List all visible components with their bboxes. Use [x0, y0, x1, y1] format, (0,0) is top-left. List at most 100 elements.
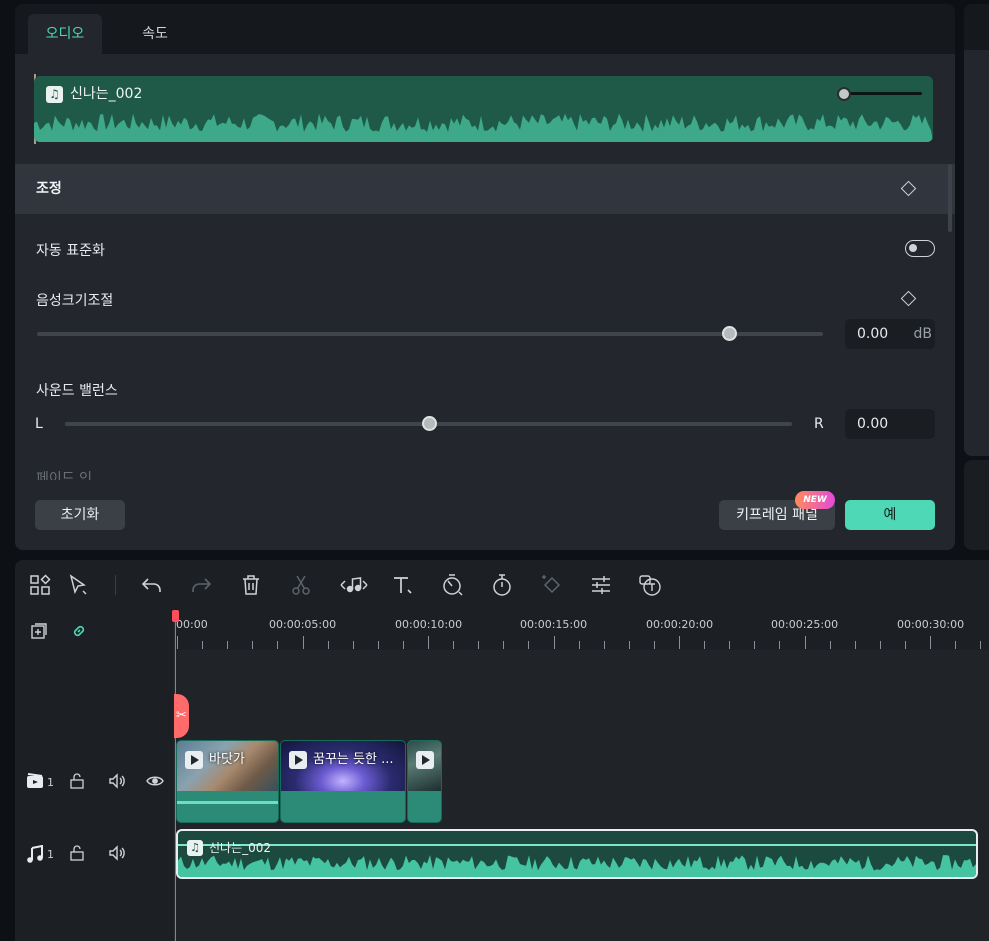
video-clip[interactable]: 꿈꾸는 듯한 ...	[280, 740, 406, 823]
add-track-icon[interactable]	[30, 622, 48, 640]
redo-icon[interactable]	[188, 572, 214, 598]
tab-bar: 오디오 속도	[15, 4, 955, 54]
video-track-number: 1	[47, 776, 54, 789]
ruler-tick	[628, 641, 630, 649]
keyframe-icon[interactable]	[539, 572, 565, 598]
audio-volume-line[interactable]	[178, 844, 976, 846]
clip-name: 신나는_002	[70, 86, 143, 102]
ruler-tick	[578, 641, 580, 649]
track-headers: 1 1	[15, 610, 175, 941]
video-clip-name: 꿈꾸는 듯한 ...	[313, 752, 394, 767]
delete-icon[interactable]	[238, 572, 264, 598]
audio-clip[interactable]: ♫ 신나는_002	[176, 829, 978, 879]
balance-slider-handle[interactable]	[421, 416, 437, 431]
balance-left-label: L	[35, 416, 43, 432]
undo-icon[interactable]	[139, 572, 165, 598]
ruler-tick	[227, 641, 229, 649]
ruler-tick	[679, 636, 680, 649]
video-clip-name: 바닷가	[209, 752, 245, 767]
video-clip[interactable]	[407, 740, 442, 823]
ruler-tick	[528, 641, 530, 649]
volume-label: 음성크기조절	[36, 293, 114, 309]
ruler-tick	[402, 641, 404, 649]
speed-icon[interactable]	[439, 572, 465, 598]
volume-keyframe-diamond-icon[interactable]	[900, 290, 917, 307]
select-arrow-icon[interactable]	[65, 572, 91, 598]
playhead-line[interactable]	[175, 610, 176, 941]
ruler-tick	[252, 641, 254, 649]
ruler-label: 00:00:25:00	[771, 618, 839, 631]
keyframe-diamond-icon[interactable]	[900, 180, 917, 197]
audio-clip-name: 신나는_002	[209, 841, 272, 855]
ruler-tick	[804, 636, 806, 649]
volume-slider-track[interactable]	[37, 332, 823, 336]
link-icon[interactable]	[70, 622, 88, 640]
split-scissors-icon[interactable]: ✂	[174, 694, 189, 738]
speaker-icon[interactable]	[108, 772, 126, 790]
ruler-tick	[729, 641, 731, 649]
clip-waveform	[34, 113, 933, 142]
audio-speaker-icon[interactable]	[108, 844, 126, 862]
clip-volume-line[interactable]	[846, 92, 922, 95]
lock-icon[interactable]	[68, 772, 86, 790]
ruler-tick	[930, 636, 931, 649]
toggle-knob	[909, 244, 917, 252]
volume-input[interactable]: 0.00 dB	[845, 319, 935, 349]
auto-normalize-toggle[interactable]	[905, 240, 935, 257]
eye-icon[interactable]	[146, 772, 164, 790]
text-icon[interactable]	[389, 572, 415, 598]
toolbar-divider	[115, 575, 116, 595]
speech-to-text-icon[interactable]	[637, 572, 663, 598]
reset-button[interactable]: 초기화	[35, 500, 125, 530]
ruler-tick	[428, 636, 429, 649]
time-ruler[interactable]: 00:00 00:00:05:00 00:00:10:00 00:00:15:0…	[175, 610, 989, 650]
play-icon	[185, 751, 203, 769]
ruler-tick	[754, 641, 756, 649]
tab-speed[interactable]: 속도	[113, 14, 197, 54]
ruler-tick	[553, 636, 555, 649]
timer-icon[interactable]	[489, 572, 515, 598]
right-side-panel-lower	[964, 460, 989, 550]
video-clip[interactable]: 바닷가	[176, 740, 279, 823]
ruler-tick	[879, 641, 881, 649]
playhead-handle[interactable]	[172, 610, 179, 622]
volume-unit: dB	[913, 326, 933, 342]
tab-audio[interactable]: 오디오	[28, 14, 102, 54]
right-side-panel	[964, 4, 989, 456]
timeline-toolbar	[15, 560, 989, 610]
balance-value: 0.00	[857, 416, 889, 432]
balance-input[interactable]: 0.00	[845, 409, 935, 439]
audio-track-icon	[26, 844, 44, 863]
audio-lock-icon[interactable]	[68, 844, 86, 862]
adjust-sliders-icon[interactable]	[588, 572, 614, 598]
ruler-label: 00:00:30:00	[897, 618, 965, 631]
clip-volume-handle[interactable]	[837, 87, 851, 101]
ruler-label: 00:00	[176, 618, 208, 631]
adjust-section-header[interactable]: 조정	[15, 164, 955, 214]
audio-properties-panel: 오디오 속도 ♫ 신나는_002 조정 자동 표준화 음성크기조절 0.00 d…	[15, 4, 955, 550]
ruler-tick	[779, 641, 781, 649]
video-track-icon	[26, 772, 44, 790]
music-note-icon: ♫	[46, 86, 63, 103]
ruler-tick	[980, 641, 982, 649]
audio-clip-waveform	[178, 855, 976, 877]
ruler-tick	[603, 641, 605, 649]
ruler-tick	[478, 641, 480, 649]
ruler-tick	[904, 641, 906, 649]
audio-edit-icon[interactable]	[338, 572, 370, 598]
ruler-tick	[377, 641, 379, 649]
clip-audio-strip	[177, 801, 278, 804]
ruler-label: 00:00:10:00	[395, 618, 463, 631]
new-badge: NEW	[795, 491, 835, 509]
ruler-label: 00:00:15:00	[520, 618, 588, 631]
music-note-icon: ♫	[187, 840, 203, 856]
scissors-icon[interactable]	[288, 572, 314, 598]
timeline-panel: 1 1 00:00 00:00:05:00 00:00:10:00 00:00:…	[15, 560, 989, 941]
ruler-tick	[854, 641, 856, 649]
volume-slider-handle[interactable]	[721, 326, 737, 341]
ok-button[interactable]: 예	[845, 500, 935, 530]
layout-icon[interactable]	[27, 572, 53, 598]
panel-scrollbar[interactable]	[948, 164, 952, 232]
ruler-tick	[653, 641, 655, 649]
balance-label: 사운드 밸런스	[36, 383, 118, 399]
